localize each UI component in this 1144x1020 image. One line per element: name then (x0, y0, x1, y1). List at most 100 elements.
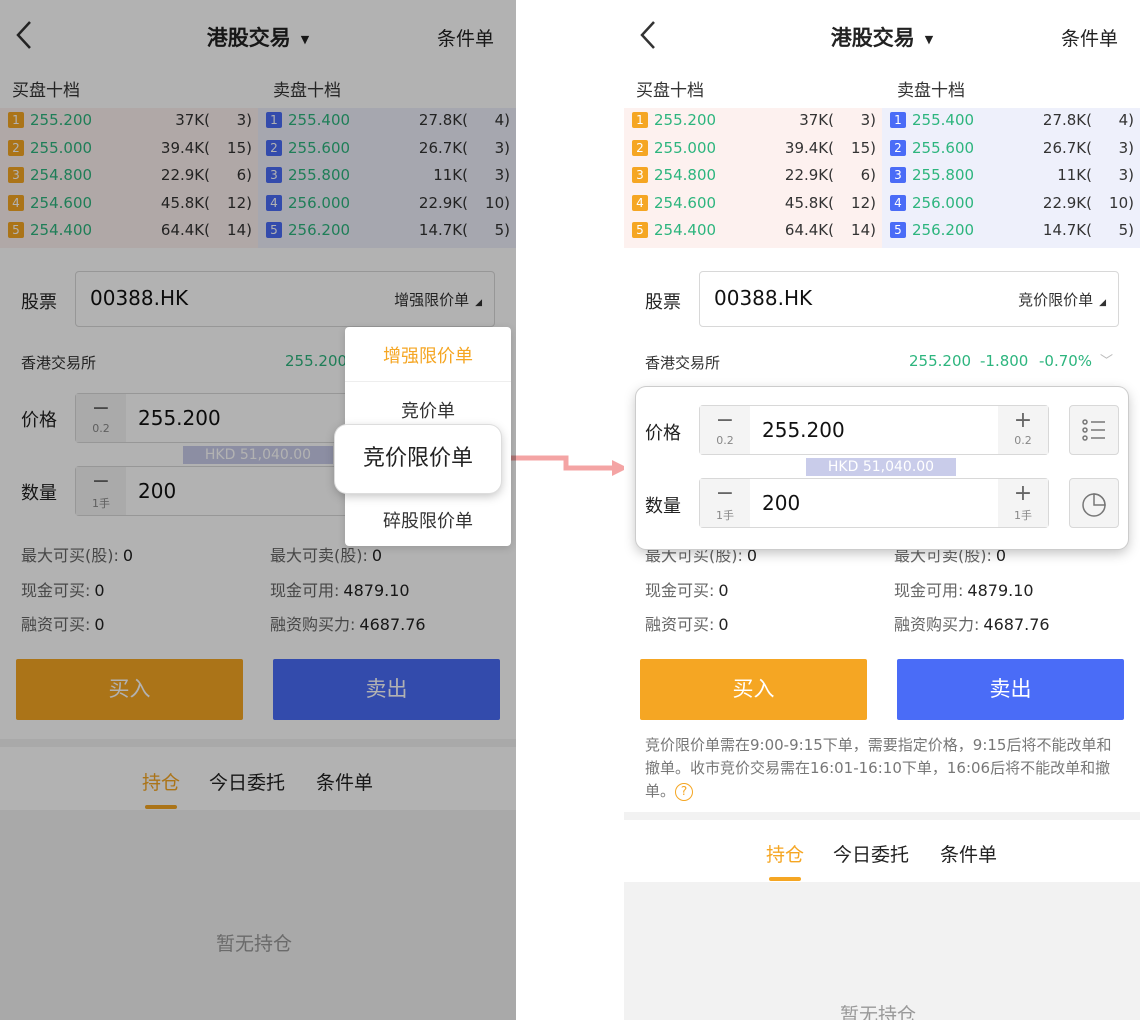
level-price: 256.200 (912, 221, 975, 239)
price-label: 价格 (645, 423, 681, 444)
transition-arrow-icon (502, 455, 628, 476)
level-count: 5) (1118, 221, 1134, 239)
level-count: 14) (851, 221, 876, 239)
minus-icon: − (715, 481, 735, 506)
stock-field[interactable]: 00388.HK 竞价限价单 ◢ (699, 271, 1119, 327)
plus-icon: + (1013, 408, 1033, 433)
level-count: 10) (1109, 193, 1134, 212)
level-badge: 3 (890, 167, 906, 183)
stock-code: 00388.HK (714, 286, 813, 310)
right-screen: 港股交易 ▼ 条件单 买盘十档 卖盘十档 1 255.200 37K(3) 2 255.… (624, 0, 1140, 1020)
price-stepper[interactable]: −0.2 255.200 +0.2 (699, 405, 1049, 455)
level-price: 255.200 (654, 111, 717, 129)
level-price: 255.400 (912, 111, 975, 129)
sell-book: 1 255.400 27.8K(4) 2 255.600 26.7K(3) 3 255.8… (882, 108, 1140, 248)
order-type-select[interactable]: 竞价限价单 ◢ (1018, 289, 1106, 310)
level-badge: 1 (890, 112, 906, 128)
conditional-order-link[interactable]: 条件单 (1061, 24, 1118, 51)
tab-indicator (769, 877, 801, 881)
step-size: 1手 (716, 509, 734, 522)
help-icon[interactable]: ? (675, 782, 694, 801)
buy-book-header: 买盘十档 (636, 81, 704, 101)
level-price: 255.000 (654, 138, 717, 157)
quote-change-pct: -0.70% (1039, 352, 1093, 370)
tab-positions[interactable]: 持仓 (766, 840, 804, 867)
level-price: 254.800 (654, 166, 717, 184)
buy-row[interactable]: 3 254.800 22.9K(6) (624, 163, 882, 191)
sell-button[interactable]: 卖出 (897, 659, 1124, 720)
menu-item-auction-limit[interactable]: 竞价限价单 (335, 425, 501, 493)
level-volume: 64.4K( (784, 221, 834, 239)
divider (345, 381, 511, 382)
quote-price: 255.200 (909, 352, 972, 370)
level-volume: 37K( (799, 111, 834, 129)
level-volume: 22.9K( (784, 166, 834, 184)
menu-item-auction[interactable]: 竞价单 (345, 397, 511, 423)
step-size: 0.2 (1014, 434, 1032, 447)
dropdown-triangle-icon: ◢ (1099, 298, 1106, 308)
sell-row[interactable]: 2 255.600 26.7K( 3) (882, 136, 1140, 164)
chevron-down-icon[interactable]: ﹀ (1100, 350, 1113, 369)
buy-row[interactable]: 2 255.000 39.4K( 15) (624, 136, 882, 164)
level-volume: 26.7K( (1042, 138, 1092, 157)
qty-input[interactable]: 200 (762, 491, 800, 515)
level-price: 256.000 (912, 193, 975, 212)
order-type-note: 竞价限价单需在9:00-9:15下单，需要指定价格，9:15后将不能改单和撤单。… (645, 736, 1112, 801)
level-price: 254.400 (654, 221, 717, 239)
tab-conditional[interactable]: 条件单 (940, 840, 997, 867)
level-price: 255.800 (912, 166, 975, 184)
margin-power: 融资购买力: 4687.76 (894, 615, 1050, 634)
buy-button[interactable]: 买入 (640, 659, 867, 720)
divider (624, 812, 1140, 820)
level-count: 3) (1118, 138, 1134, 157)
level-price: 254.600 (654, 193, 717, 212)
level-badge: 1 (632, 112, 648, 128)
level-badge: 2 (632, 139, 648, 156)
quote-change: -1.800 (980, 352, 1029, 370)
level-badge: 2 (890, 139, 906, 156)
margin-buy: 融资可买: 0 (645, 615, 729, 634)
minus-icon: − (715, 408, 735, 433)
menu-item-enhanced-limit[interactable]: 增强限价单 (345, 342, 511, 368)
level-badge: 4 (632, 194, 648, 211)
level-badge: 5 (890, 222, 906, 238)
level-count: 6) (860, 166, 876, 184)
tab-today-orders[interactable]: 今日委托 (833, 840, 909, 867)
level-count: 12) (851, 193, 876, 212)
menu-item-odd-lot-limit[interactable]: 碎股限价单 (345, 507, 511, 533)
buy-row[interactable]: 1 255.200 37K( 3) (624, 108, 882, 136)
qty-increase-button[interactable]: +1手 (998, 479, 1048, 527)
list-icon[interactable] (1069, 405, 1119, 455)
level-volume: 22.9K( (1042, 193, 1092, 212)
sell-row[interactable]: 3 255.800 11K(3) (882, 163, 1140, 191)
buy-row[interactable]: 5 254.400 64.4K( 14) (624, 218, 882, 246)
step-size: 0.2 (716, 434, 734, 447)
stock-label: 股票 (645, 292, 681, 313)
sell-book-header: 卖盘十档 (897, 81, 965, 101)
level-price: 255.600 (912, 138, 975, 157)
level-count: 15) (851, 138, 876, 157)
left-screen: 港股交易 ▼ 条件单 买盘十档 卖盘十档 1 255.200 37K(3) 2 255.… (0, 0, 516, 1020)
price-decrease-button[interactable]: −0.2 (700, 406, 750, 454)
cash-buy: 现金可买: 0 (645, 581, 729, 600)
exchange-label: 香港交易所 (645, 354, 721, 372)
level-volume: 14.7K( (1042, 221, 1092, 239)
pie-chart-icon[interactable] (1069, 478, 1119, 528)
price-input[interactable]: 255.200 (762, 418, 845, 442)
sell-row[interactable]: 5 256.200 14.7K( 5) (882, 218, 1140, 246)
empty-state: 暂无持仓 (840, 1004, 917, 1020)
sell-row[interactable]: 4 256.000 22.9K( 10) (882, 191, 1140, 219)
qty-stepper[interactable]: − 1手 200 +1手 (699, 478, 1049, 528)
sell-row[interactable]: 1 255.400 27.8K(4) (882, 108, 1140, 136)
level-badge: 4 (890, 194, 906, 211)
level-badge: 5 (632, 222, 648, 238)
buy-book: 1 255.200 37K(3) 2 255.000 39.4K(15) 3 254.80… (624, 108, 882, 248)
qty-decrease-button[interactable]: − 1手 (700, 479, 750, 527)
qty-label: 数量 (645, 496, 681, 517)
level-volume: 39.4K( (784, 138, 834, 157)
price-increase-button[interactable]: +0.2 (998, 406, 1048, 454)
level-count: 3) (860, 111, 876, 129)
level-volume: 11K( (1057, 166, 1092, 184)
chevron-down-icon: ▼ (924, 32, 934, 46)
buy-row[interactable]: 4 254.600 45.8K(12) (624, 191, 882, 219)
